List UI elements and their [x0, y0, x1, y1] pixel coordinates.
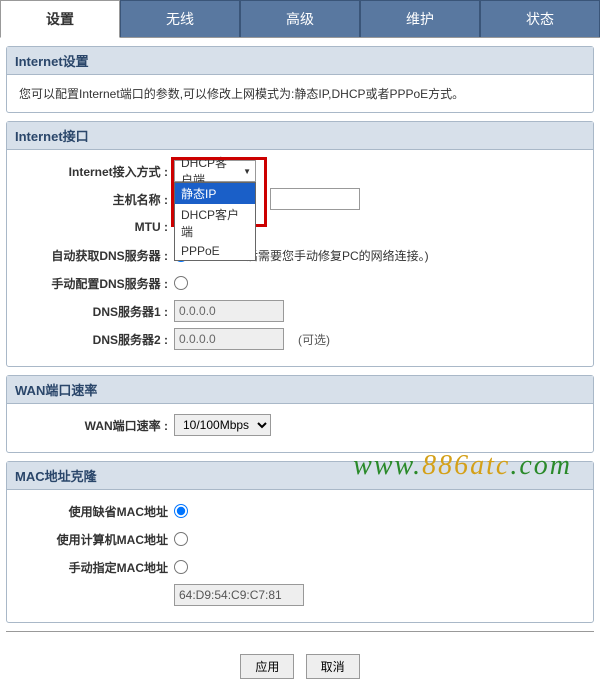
dropdown-option-dhcp[interactable]: DHCP客户端 — [175, 204, 255, 242]
dns1-label: DNS服务器1 : — [19, 303, 174, 320]
access-type-dropdown[interactable]: DHCP客户端 静态IP DHCP客户端 PPPoE — [174, 160, 256, 182]
mac-manual-label: 手动指定MAC地址 — [19, 559, 174, 576]
wan-rate-section: WAN端口速率 WAN端口速率 : 10/100Mbps — [6, 375, 594, 453]
apply-button[interactable]: 应用 — [240, 654, 294, 679]
mac-pc-radio[interactable] — [174, 532, 188, 546]
mac-manual-radio[interactable] — [174, 560, 188, 574]
manual-dns-radio[interactable] — [174, 276, 188, 290]
internet-settings-title: Internet设置 — [7, 47, 593, 75]
separator — [6, 631, 594, 632]
internet-interface-title: Internet接口 — [7, 122, 593, 150]
mac-default-radio[interactable] — [174, 504, 188, 518]
dropdown-option-pppoe[interactable]: PPPoE — [175, 242, 255, 260]
mtu-label: MTU : — [19, 220, 174, 234]
dns1-input[interactable] — [174, 300, 284, 322]
tab-advanced[interactable]: 高级 — [240, 0, 360, 37]
access-type-label: Internet接入方式 : — [19, 163, 174, 180]
dropdown-list: 静态IP DHCP客户端 PPPoE — [174, 182, 256, 261]
mac-default-label: 使用缺省MAC地址 — [19, 503, 174, 520]
dns2-label: DNS服务器2 : — [19, 331, 174, 348]
tab-bar: 设置 无线 高级 维护 状态 — [0, 0, 600, 38]
internet-interface-section: Internet接口 Internet接入方式 : DHCP客户端 静态IP D… — [6, 121, 594, 367]
tab-maintain[interactable]: 维护 — [360, 0, 480, 37]
hostname-input[interactable] — [270, 188, 360, 210]
dns2-optional: (可选) — [298, 331, 330, 348]
wan-rate-select[interactable]: 10/100Mbps — [174, 414, 271, 436]
watermark: www.886atc.com — [353, 450, 572, 482]
internet-settings-intro: 您可以配置Internet端口的参数,可以修改上网模式为:静态IP,DHCP或者… — [7, 75, 593, 112]
tab-settings[interactable]: 设置 — [0, 0, 120, 38]
internet-settings-section: Internet设置 您可以配置Internet端口的参数,可以修改上网模式为:… — [6, 46, 594, 113]
button-bar: 应用 取消 — [6, 640, 594, 689]
dns-hint: 置后需要您手动修复PC的网络连接。) — [234, 247, 429, 264]
dropdown-option-static[interactable]: 静态IP — [175, 183, 255, 204]
wan-rate-title: WAN端口速率 — [7, 376, 593, 404]
tab-wireless[interactable]: 无线 — [120, 0, 240, 37]
mac-pc-label: 使用计算机MAC地址 — [19, 531, 174, 548]
mac-clone-section: MAC地址克隆 使用缺省MAC地址 使用计算机MAC地址 手动指定MAC地址 — [6, 461, 594, 623]
cancel-button[interactable]: 取消 — [306, 654, 360, 679]
mac-address-input[interactable] — [174, 584, 304, 606]
tab-status[interactable]: 状态 — [480, 0, 600, 37]
wan-rate-label: WAN端口速率 : — [19, 417, 174, 434]
access-type-selected[interactable]: DHCP客户端 — [174, 160, 256, 182]
hostname-label: 主机名称 : — [19, 191, 174, 208]
manual-dns-label: 手动配置DNS服务器 : — [19, 275, 174, 292]
auto-dns-label: 自动获取DNS服务器 : — [19, 247, 174, 264]
dns2-input[interactable] — [174, 328, 284, 350]
